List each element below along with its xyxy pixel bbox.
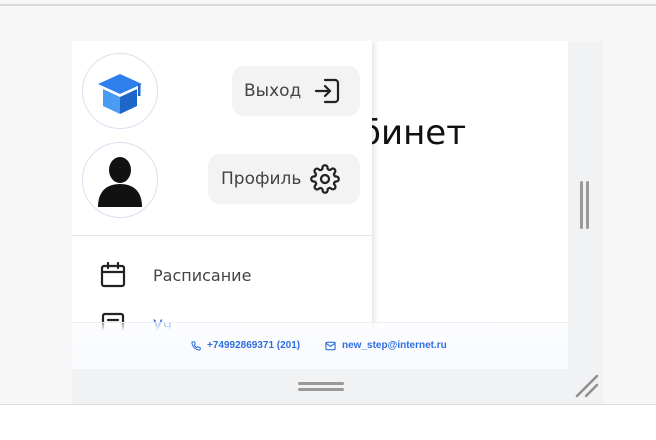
contact-phone-link[interactable]: +74992869371 (201): [191, 340, 300, 351]
menu-divider: [72, 235, 372, 236]
contact-footer: +74992869371 (201) new_step@internet.ru: [72, 322, 568, 369]
resize-grip-icon[interactable]: [572, 371, 602, 401]
phone-icon: [191, 340, 201, 351]
menu-item-schedule[interactable]: Расписание: [72, 253, 372, 297]
embedded-page-frame: бинет Выход Профиль Расписание +74992869…: [72, 41, 603, 404]
side-menu: Выход Профиль Расписание: [72, 41, 372, 369]
user-avatar[interactable]: [82, 142, 158, 218]
profile-label: Профиль: [221, 169, 302, 189]
mail-icon: [325, 341, 336, 350]
logout-button[interactable]: Выход: [232, 66, 360, 116]
vertical-resize-handle[interactable]: [579, 181, 591, 229]
app-logo[interactable]: [82, 53, 158, 129]
logout-label: Выход: [244, 81, 302, 101]
calendar-icon: [99, 261, 127, 289]
page-title: бинет: [360, 113, 467, 153]
phone-text: +74992869371 (201): [207, 340, 301, 351]
gear-icon: [310, 164, 340, 194]
email-text: new_step@internet.ru: [342, 340, 447, 351]
profile-button[interactable]: Профиль: [208, 154, 360, 204]
browser-bottom-area: [0, 404, 656, 440]
menu-item-label: Расписание: [153, 265, 252, 285]
page-viewport: бинет Выход Профиль Расписание +74992869…: [72, 41, 568, 369]
exit-icon: [312, 76, 342, 106]
user-silhouette-icon: [98, 157, 142, 207]
contact-email-link[interactable]: new_step@internet.ru: [325, 340, 447, 351]
graduation-cap-icon: [98, 74, 142, 114]
horizontal-resize-handle[interactable]: [298, 381, 344, 393]
browser-top-border: [0, 4, 656, 6]
